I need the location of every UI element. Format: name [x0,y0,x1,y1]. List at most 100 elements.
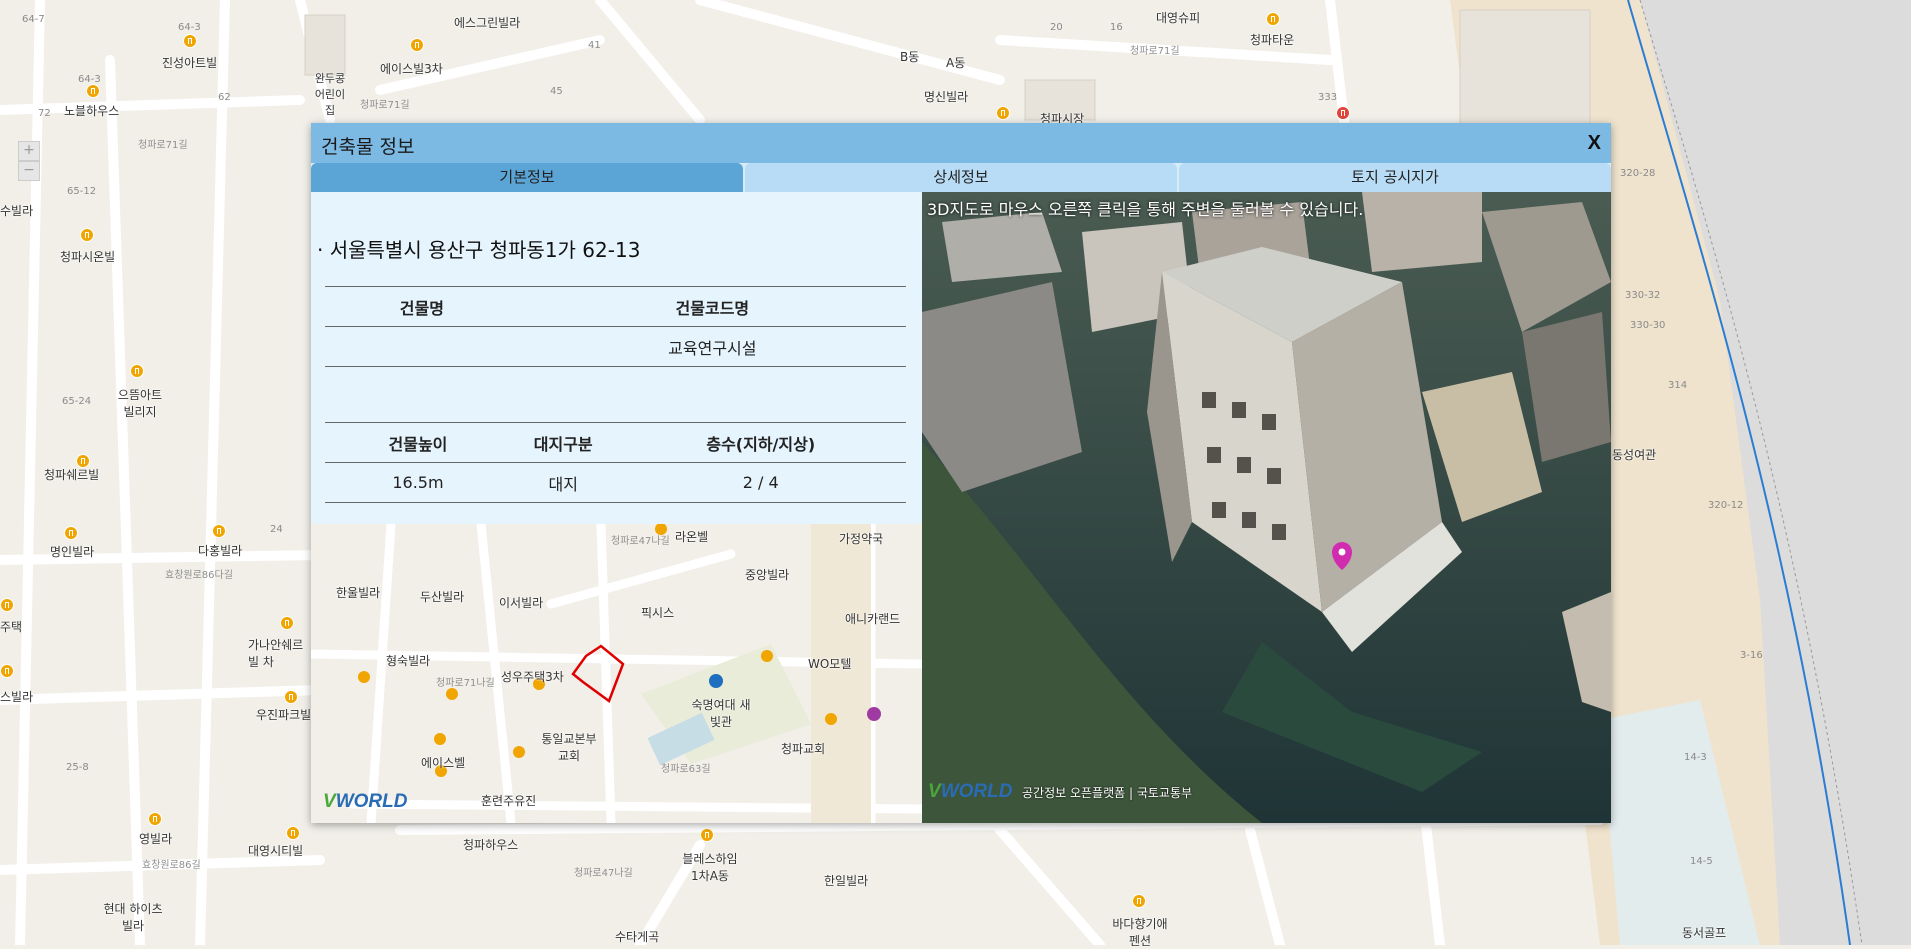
mini-map-label[interactable]: 형숙빌라 [386,652,430,669]
zoom-out-button[interactable]: − [18,161,40,181]
map-label[interactable]: 동성여관 [1612,446,1656,463]
parcel-number: 72 [38,108,51,119]
map-label[interactable]: 동서골프 [1682,924,1726,941]
vworld-logo: VWORLD [928,781,1013,802]
map-label[interactable]: 영빌라 [139,830,172,847]
parcel-number: 20 [1050,22,1063,33]
map-label[interactable]: 수빌라 [0,202,33,219]
mini-map-label[interactable]: 숙명여대 새빛관 [691,696,751,730]
map-label[interactable]: 청파쉐르빌 [44,466,99,483]
popup-title: 건축물 정보 [321,136,415,158]
road-name: 청파로71길 [360,100,410,111]
map-label[interactable]: 청파시온빌 [60,248,115,265]
mini-map-label[interactable]: WO모텔 [808,655,851,672]
building-address: · 서울특별시 용산구 청파동1가 62-13 [317,238,641,262]
poi-icon[interactable] [0,664,14,678]
mini-map-label[interactable]: 가정약국 [839,530,883,547]
map-label[interactable]: 대영시티빌 [248,842,303,859]
header-height: 건물높이 [325,422,511,463]
parcel-number: 14-3 [1684,752,1707,763]
mini-map-label[interactable]: 애니카랜드 [845,610,900,627]
poi-icon[interactable] [212,524,226,538]
map-label[interactable]: 다홍빌라 [198,542,242,559]
parcel-number: 64-7 [22,14,45,25]
map-label[interactable]: 가나안쉐르빌 차 [248,636,308,670]
poi-icon[interactable] [284,690,298,704]
poi-icon[interactable] [410,38,424,52]
map-credit: 공간정보 오픈플랫폼 | 국토교통부 [1022,786,1193,800]
mini-map-canvas [311,524,922,823]
mini-map-label[interactable]: 에이스벨 [421,754,465,771]
parcel-number: 64-3 [178,22,201,33]
mini-map-label[interactable]: 라온벨 [675,528,708,545]
poi-icon[interactable] [996,106,1010,120]
parcel-number: 62 [218,92,231,103]
map-label[interactable]: 블레스하임 1차A동 [680,850,740,884]
tab-detail-info[interactable]: 상세정보 [745,163,1177,192]
3d-view-caption: 3D지도로 마우스 오른쪽 클릭을 통해 주변을 둘러볼 수 있습니다. [927,200,1364,219]
tab-land-price[interactable]: 토지 공시지가 [1179,163,1611,192]
parcel-number: 330-30 [1630,320,1666,331]
map-label[interactable]: 한일빌라 [824,872,868,889]
mini-map-label[interactable]: 통일교본부 교회 [539,730,599,764]
poi-icon[interactable] [280,616,294,630]
tab-basic-info[interactable]: 기본정보 [311,163,743,192]
poi-icon[interactable] [183,34,197,48]
poi-icon[interactable] [1132,894,1146,908]
map-label[interactable]: 수타게곡 [615,928,659,945]
close-button[interactable]: X [1588,132,1601,155]
map-label[interactable]: 주택 [0,618,22,635]
map-label[interactable]: 바다향기애 펜션 [1110,915,1170,949]
poi-icon[interactable] [76,454,90,468]
poi-icon[interactable] [286,826,300,840]
mini-map-label[interactable]: 두산빌라 [420,588,464,605]
map-label[interactable]: 대영슈피 [1156,9,1200,26]
header-floors: 층수(지하/지상) [615,422,906,463]
parcel-number: 64-3 [78,74,101,85]
map-label[interactable]: 우진파크빌 [256,706,311,723]
map-label[interactable]: B동 [900,48,919,65]
map-label[interactable]: 청파타운 [1250,31,1294,48]
map-label[interactable]: 명신빌라 [924,88,968,105]
header-building-code: 건물코드명 [518,286,906,327]
poi-icon[interactable] [1336,106,1350,120]
poi-icon[interactable] [700,828,714,842]
parcel-number: 65-24 [62,396,92,407]
map-label[interactable]: 현대 하이츠빌라 [98,900,168,934]
parcel-number: 45 [550,86,563,97]
map-label[interactable]: A동 [946,54,965,71]
mini-map-label[interactable]: 이서빌라 [499,594,543,611]
mini-map-label[interactable]: 청파교회 [781,740,825,757]
poi-icon[interactable] [80,228,94,242]
map-label[interactable]: 진성아트빌 [162,54,217,71]
poi-icon[interactable] [64,526,78,540]
poi-icon[interactable] [0,598,14,612]
map-label[interactable]: 완두콩 어린이집 [310,70,350,118]
map-label[interactable]: 노블하우스 [64,102,119,119]
building-info-popup: 건축물 정보 X 기본정보 상세정보 토지 공시지가 · 서울특별시 용산구 청… [311,123,1611,823]
map-label[interactable]: 스빌라 [0,688,33,705]
parcel-number: 3-16 [1740,650,1763,661]
road-name: 청파로71길 [1130,46,1180,57]
map-label[interactable]: 으뜸아트 빌리지 [115,386,165,420]
mini-map-label[interactable]: 훈련주유진 [481,792,536,809]
value-floors: 2 / 4 [615,462,906,503]
poi-icon[interactable] [148,812,162,826]
map-label[interactable]: 명인빌라 [50,543,94,560]
mini-map[interactable]: 라온벨 가정약국 한울빌라 중앙빌라 두산빌라 이서빌라 픽시스 애니카랜드 W… [311,524,922,823]
map-label[interactable]: 에스그린빌라 [454,14,520,31]
poi-icon[interactable] [130,364,144,378]
header-building-name: 건물명 [325,286,519,327]
mini-map-label[interactable]: 중앙빌라 [745,566,789,583]
3d-map-view[interactable]: 3D지도로 마우스 오른쪽 클릭을 통해 주변을 둘러볼 수 있습니다. VWO… [922,192,1611,823]
zoom-in-button[interactable]: + [18,141,40,161]
popup-header[interactable]: 건축물 정보 X [311,123,1611,163]
map-label[interactable]: 청파하우스 [463,836,518,853]
mini-map-label[interactable]: 픽시스 [641,604,674,621]
mini-map-label[interactable]: 한울빌라 [336,584,380,601]
poi-icon[interactable] [86,84,100,98]
map-label[interactable]: 에이스빌3차 [380,60,443,77]
parcel-number: 314 [1668,380,1688,391]
mini-map-label[interactable]: 성우주택3차 [501,668,564,685]
poi-icon[interactable] [1266,12,1280,26]
